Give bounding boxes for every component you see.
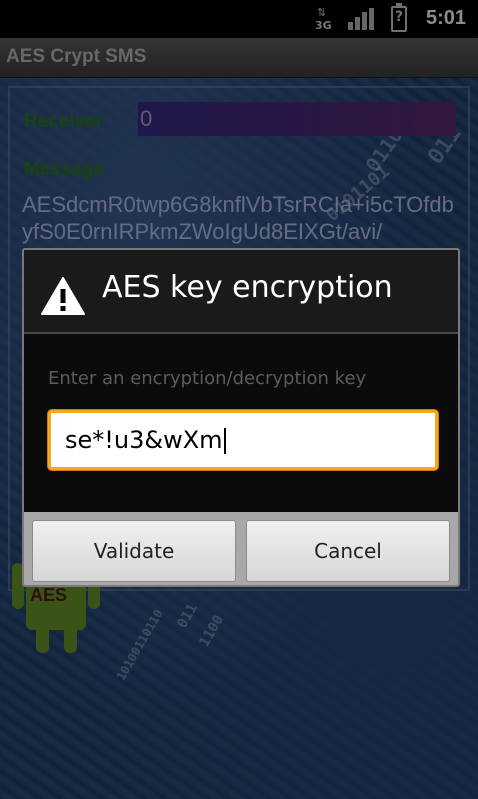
aes-key-dialog: AES key encryption Enter an encryption/d…	[22, 248, 460, 587]
dialog-header: AES key encryption	[24, 250, 458, 332]
validate-button[interactable]: Validate	[32, 520, 236, 582]
cancel-button[interactable]: Cancel	[246, 520, 450, 582]
warning-icon	[41, 277, 85, 315]
text-caret	[223, 428, 226, 454]
encryption-key-input[interactable]: se*!u3&wXm	[48, 410, 438, 470]
key-hint: Enter an encryption/decryption key	[48, 368, 367, 389]
dialog-body: Enter an encryption/decryption key se*!u…	[24, 334, 458, 512]
key-input-value: se*!u3&wXm	[65, 426, 223, 454]
dialog-button-bar: Validate Cancel	[24, 512, 458, 585]
dialog-title: AES key encryption	[102, 270, 393, 305]
